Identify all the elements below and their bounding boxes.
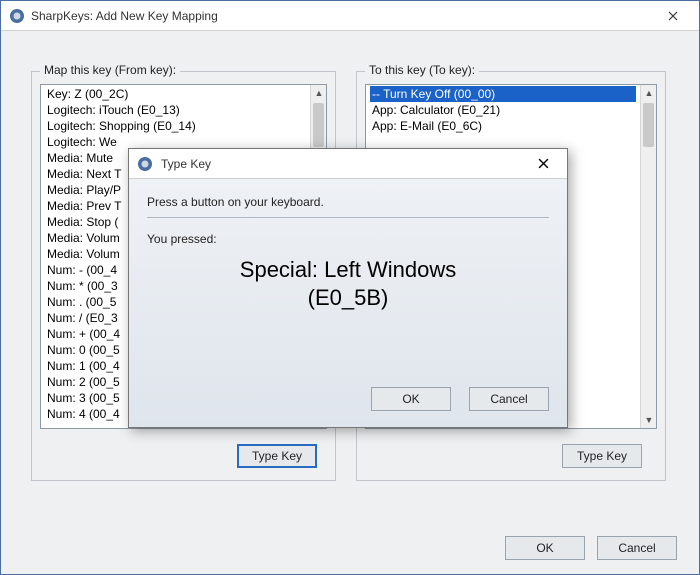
to-key-label: To this key (To key): xyxy=(365,63,479,77)
list-item[interactable]: Logitech: Shopping (E0_14) xyxy=(45,118,306,134)
from-type-key-button[interactable]: Type Key xyxy=(237,444,317,468)
scroll-thumb[interactable] xyxy=(313,103,324,147)
main-ok-button[interactable]: OK xyxy=(505,536,585,560)
pressed-label: You pressed: xyxy=(147,232,549,246)
type-key-dialog: Type Key Press a button on your keyboard… xyxy=(128,148,568,428)
pressed-value-line1: Special: Left Windows xyxy=(147,256,549,284)
list-item[interactable]: -- Turn Key Off (00_00) xyxy=(370,86,636,102)
scroll-down-icon[interactable]: ▼ xyxy=(641,412,657,428)
dialog-ok-button[interactable]: OK xyxy=(371,387,451,411)
dialog-instruction: Press a button on your keyboard. xyxy=(147,195,549,209)
list-item[interactable]: App: E-Mail (E0_6C) xyxy=(370,118,636,134)
dialog-client: Press a button on your keyboard. You pre… xyxy=(129,179,567,427)
scroll-up-icon[interactable]: ▲ xyxy=(311,85,327,101)
to-scrollbar[interactable]: ▲ ▼ xyxy=(640,85,656,428)
dialog-titlebar: Type Key xyxy=(129,149,567,179)
separator xyxy=(147,217,549,218)
dialog-button-row: OK Cancel xyxy=(371,387,549,411)
app-icon xyxy=(137,156,153,172)
list-item[interactable]: Key: Z (00_2C) xyxy=(45,86,306,102)
from-key-label: Map this key (From key): xyxy=(40,63,180,77)
pressed-value-line2: (E0_5B) xyxy=(147,284,549,312)
dialog-title: Type Key xyxy=(161,157,523,171)
window-title: SharpKeys: Add New Key Mapping xyxy=(31,9,651,23)
list-item[interactable]: App: Calculator (E0_21) xyxy=(370,102,636,118)
dialog-close-button[interactable] xyxy=(523,151,563,177)
pressed-value: Special: Left Windows (E0_5B) xyxy=(147,256,549,312)
scroll-thumb[interactable] xyxy=(643,103,654,147)
scroll-up-icon[interactable]: ▲ xyxy=(641,85,657,101)
app-icon xyxy=(9,8,25,24)
window-close-button[interactable] xyxy=(651,2,695,30)
titlebar: SharpKeys: Add New Key Mapping xyxy=(1,1,699,31)
main-button-row: OK Cancel xyxy=(505,536,677,560)
list-item[interactable]: Logitech: iTouch (E0_13) xyxy=(45,102,306,118)
main-cancel-button[interactable]: Cancel xyxy=(597,536,677,560)
to-type-key-button[interactable]: Type Key xyxy=(562,444,642,468)
dialog-cancel-button[interactable]: Cancel xyxy=(469,387,549,411)
